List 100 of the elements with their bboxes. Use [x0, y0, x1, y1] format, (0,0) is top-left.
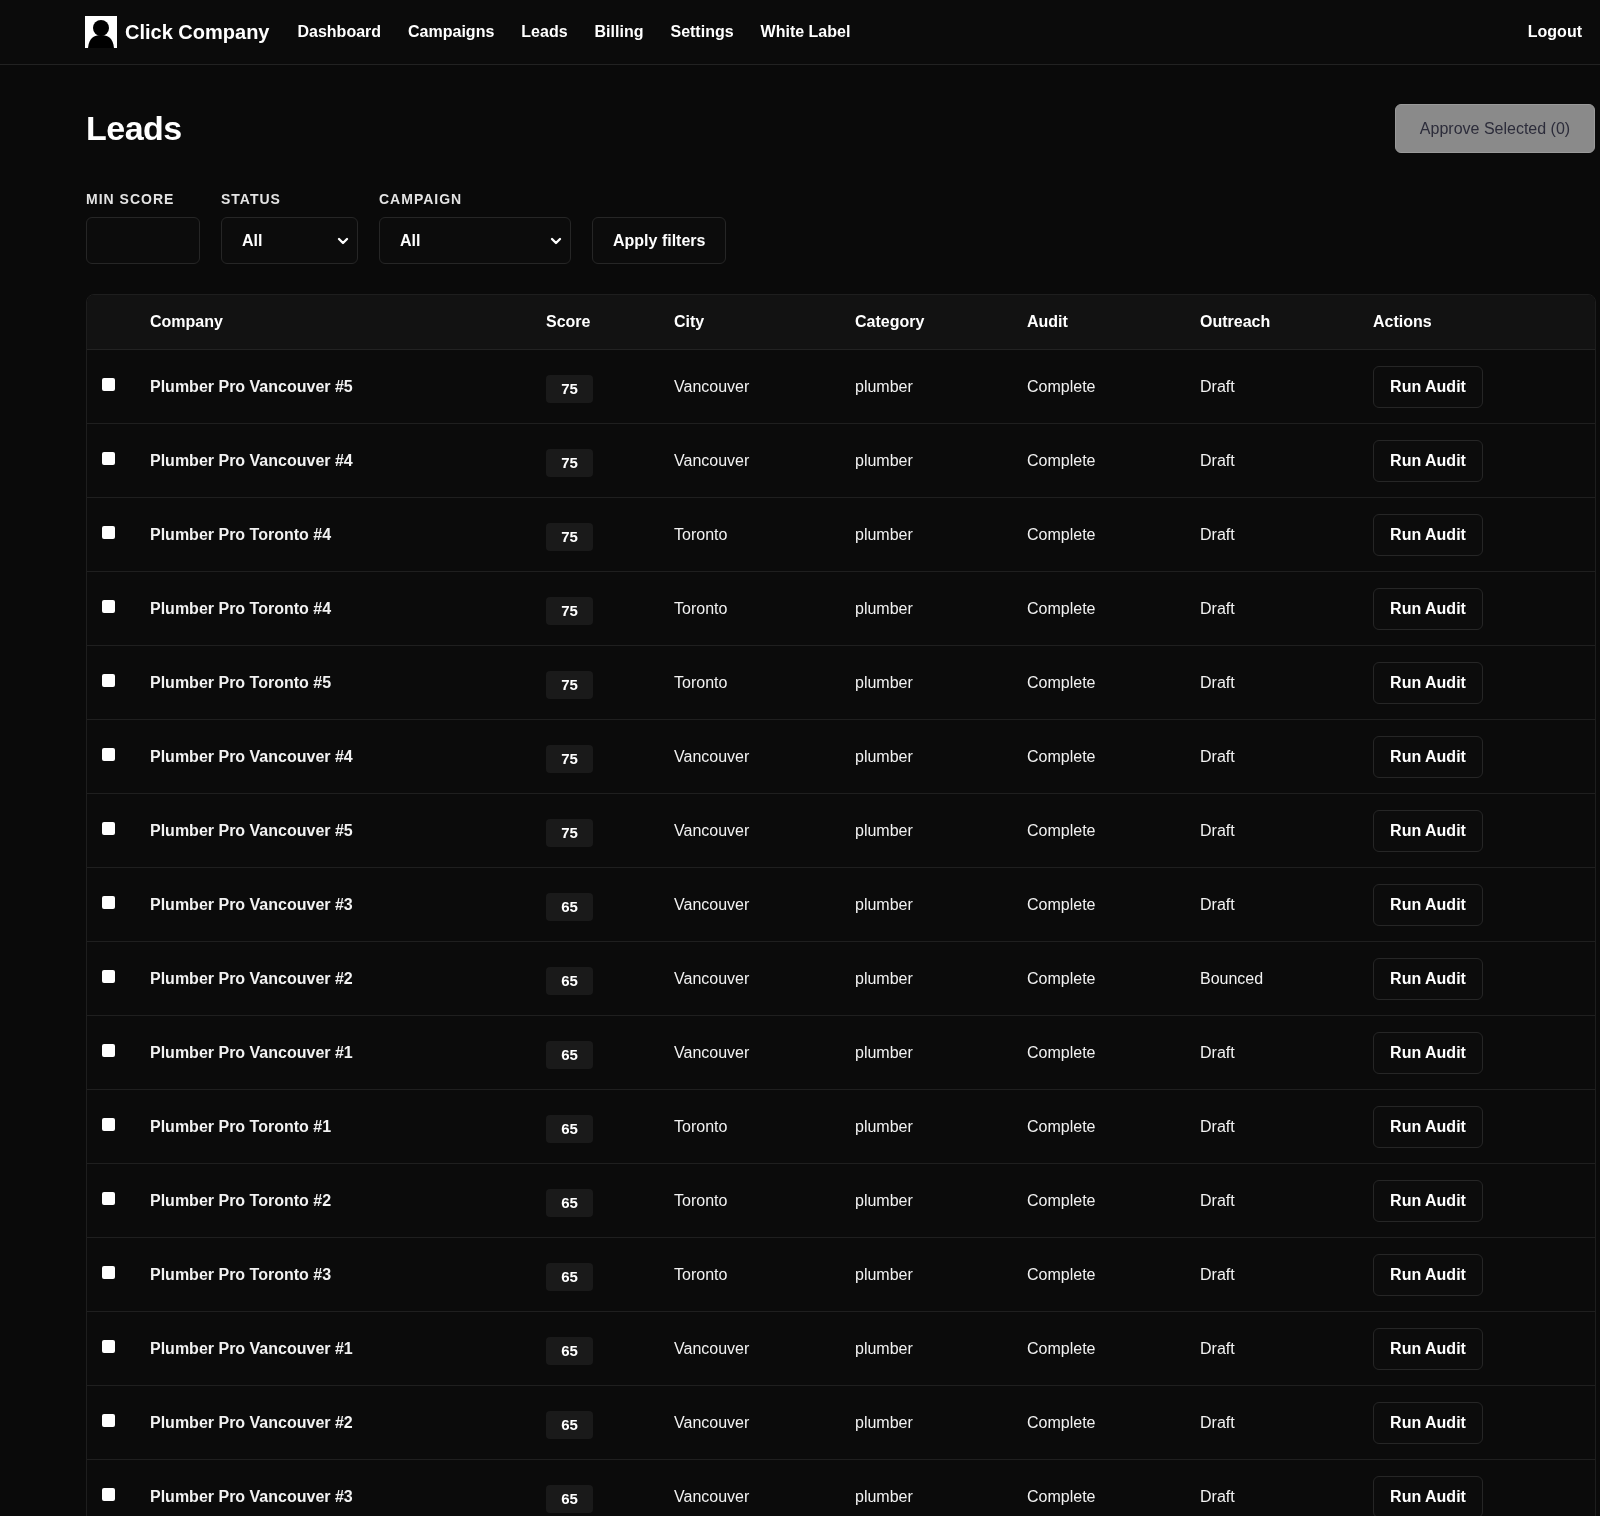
company-cell-text: Plumber Pro Toronto #4 — [150, 599, 333, 618]
column-header: Category — [855, 313, 926, 331]
outreach-status-cell-text: Bounced — [1200, 969, 1265, 988]
run-audit-button[interactable]: Run Audit — [1373, 1105, 1483, 1148]
audit-status-cell-text: Complete — [1027, 1487, 1097, 1506]
score-badge: 65 — [546, 892, 593, 921]
company-cell-text: Plumber Pro Vancouver #3 — [150, 895, 354, 914]
score-badge: 65 — [546, 1410, 593, 1439]
nav-link[interactable]: Dashboard — [297, 23, 382, 41]
outreach-status-cell-text: Draft — [1200, 1339, 1236, 1358]
category-cell-text: plumber — [855, 1413, 914, 1432]
run-audit-button[interactable]: Run Audit — [1373, 365, 1483, 408]
row-checkbox[interactable] — [102, 896, 115, 909]
row-checkbox[interactable] — [102, 1044, 115, 1057]
row-checkbox[interactable] — [102, 378, 115, 391]
row-checkbox[interactable] — [102, 822, 115, 835]
run-audit-button[interactable]: Run Audit — [1373, 661, 1483, 704]
city-cell-text: Vancouver — [674, 1339, 751, 1358]
outreach-status-cell-text: Draft — [1200, 821, 1236, 840]
run-audit-button[interactable]: Run Audit — [1373, 1179, 1483, 1222]
audit-status-cell-text: Complete — [1027, 747, 1097, 766]
filter-label: MIN SCORE — [86, 190, 176, 208]
row-checkbox[interactable] — [102, 452, 115, 465]
outreach-status-cell-text: Draft — [1200, 1043, 1236, 1062]
city-cell-text: Toronto — [674, 1265, 729, 1284]
run-audit-button[interactable]: Run Audit — [1373, 1253, 1483, 1296]
row-checkbox[interactable] — [102, 600, 115, 613]
run-audit-button[interactable]: Run Audit — [1373, 957, 1483, 1000]
outreach-status-cell-text: Draft — [1200, 747, 1236, 766]
company-cell-text: Plumber Pro Vancouver #5 — [150, 821, 354, 840]
outreach-status-cell-text: Draft — [1200, 451, 1236, 470]
row-checkbox[interactable] — [102, 748, 115, 761]
company-cell-text: Plumber Pro Vancouver #5 — [150, 377, 354, 396]
nav-link[interactable]: Campaigns — [408, 23, 495, 41]
run-audit-button[interactable]: Run Audit — [1373, 513, 1483, 556]
column-header: Score — [546, 313, 592, 331]
score-badge: 65 — [546, 1188, 593, 1217]
run-audit-button[interactable]: Run Audit — [1373, 883, 1483, 926]
logout-link[interactable]: Logout — [1527, 23, 1582, 41]
company-cell-text: Plumber Pro Toronto #3 — [150, 1265, 333, 1284]
row-checkbox[interactable] — [102, 1340, 115, 1353]
row-checkbox[interactable] — [102, 1266, 115, 1279]
city-cell-text: Toronto — [674, 673, 729, 692]
category-cell-text: plumber — [855, 377, 914, 396]
nav-link[interactable]: Billing — [594, 23, 644, 41]
company-cell-text: Plumber Pro Vancouver #1 — [150, 1043, 354, 1062]
filter-label: STATUS — [221, 190, 282, 208]
audit-status-cell-text: Complete — [1027, 1339, 1097, 1358]
row-checkbox[interactable] — [102, 526, 115, 539]
score-badge: 75 — [546, 374, 593, 403]
city-cell-text: Vancouver — [674, 895, 751, 914]
city-cell-text: Toronto — [674, 1117, 729, 1136]
run-audit-button[interactable]: Run Audit — [1373, 439, 1483, 482]
score-badge: 65 — [546, 1262, 593, 1291]
city-cell-text: Vancouver — [674, 747, 751, 766]
row-checkbox[interactable] — [102, 1118, 115, 1131]
city-cell-text: Vancouver — [674, 969, 751, 988]
run-audit-button[interactable]: Run Audit — [1373, 809, 1483, 852]
filter-select[interactable]: All — [221, 217, 358, 264]
category-cell-text: plumber — [855, 821, 914, 840]
category-cell-text: plumber — [855, 747, 914, 766]
filter-label: CAMPAIGN — [379, 190, 464, 208]
category-cell-text: plumber — [855, 895, 914, 914]
category-cell-text: plumber — [855, 451, 914, 470]
run-audit-button[interactable]: Run Audit — [1373, 1401, 1483, 1444]
brand-link[interactable]: Click Company — [85, 16, 270, 48]
score-badge: 75 — [546, 448, 593, 477]
row-checkbox[interactable] — [102, 970, 115, 983]
run-audit-button[interactable]: Run Audit — [1373, 587, 1483, 630]
category-cell-text: plumber — [855, 1043, 914, 1062]
company-cell-text: Plumber Pro Vancouver #4 — [150, 747, 354, 766]
row-checkbox[interactable] — [102, 1414, 115, 1427]
city-cell-text: Vancouver — [674, 1487, 751, 1506]
column-header: Audit — [1027, 313, 1069, 331]
audit-status-cell-text: Complete — [1027, 673, 1097, 692]
audit-status-cell-text: Complete — [1027, 377, 1097, 396]
apply-filters-button[interactable]: Apply filters — [592, 217, 727, 264]
city-cell-text: Toronto — [674, 599, 729, 618]
nav-link[interactable]: Leads — [521, 23, 568, 41]
run-audit-button[interactable]: Run Audit — [1373, 1475, 1483, 1516]
run-audit-button[interactable]: Run Audit — [1373, 735, 1483, 778]
audit-status-cell-text: Complete — [1027, 1043, 1097, 1062]
audit-status-cell-text: Complete — [1027, 1117, 1097, 1136]
city-cell-text: Vancouver — [674, 1413, 751, 1432]
company-cell-text: Plumber Pro Vancouver #3 — [150, 1487, 354, 1506]
audit-status-cell-text: Complete — [1027, 821, 1097, 840]
nav-link[interactable]: Settings — [670, 23, 734, 41]
row-checkbox[interactable] — [102, 1192, 115, 1205]
outreach-status-cell-text: Draft — [1200, 895, 1236, 914]
filter-select[interactable]: All — [379, 217, 571, 264]
run-audit-button[interactable]: Run Audit — [1373, 1031, 1483, 1074]
filter-input-field[interactable] — [86, 217, 200, 264]
row-checkbox[interactable] — [102, 1488, 115, 1501]
city-cell-text: Vancouver — [674, 451, 751, 470]
run-audit-button[interactable]: Run Audit — [1373, 1327, 1483, 1370]
row-checkbox[interactable] — [102, 674, 115, 687]
nav-link[interactable]: White Label — [760, 23, 851, 41]
category-cell-text: plumber — [855, 969, 914, 988]
outreach-status-cell-text: Draft — [1200, 1191, 1236, 1210]
page-title: Leads — [86, 109, 182, 148]
